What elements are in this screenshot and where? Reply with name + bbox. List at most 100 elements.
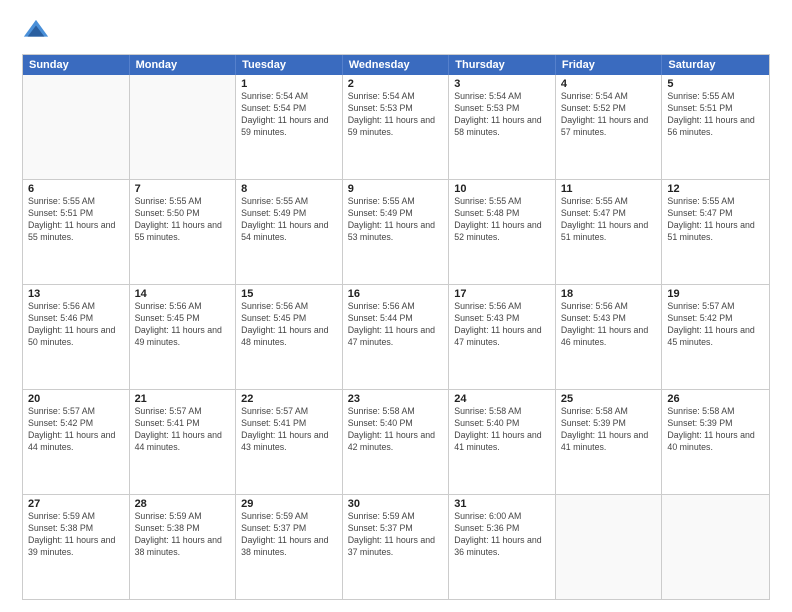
- day-number: 25: [561, 393, 657, 405]
- calendar-day-19: 19Sunrise: 5:57 AM Sunset: 5:42 PM Dayli…: [662, 285, 769, 389]
- day-detail: Sunrise: 5:59 AM Sunset: 5:37 PM Dayligh…: [348, 511, 444, 559]
- calendar-header: SundayMondayTuesdayWednesdayThursdayFrid…: [23, 55, 769, 75]
- calendar-empty: [23, 75, 130, 179]
- calendar-empty: [130, 75, 237, 179]
- calendar-day-16: 16Sunrise: 5:56 AM Sunset: 5:44 PM Dayli…: [343, 285, 450, 389]
- calendar-day-5: 5Sunrise: 5:55 AM Sunset: 5:51 PM Daylig…: [662, 75, 769, 179]
- calendar-day-8: 8Sunrise: 5:55 AM Sunset: 5:49 PM Daylig…: [236, 180, 343, 284]
- day-number: 7: [135, 183, 231, 195]
- day-detail: Sunrise: 5:55 AM Sunset: 5:47 PM Dayligh…: [667, 196, 764, 244]
- day-number: 22: [241, 393, 337, 405]
- day-detail: Sunrise: 5:57 AM Sunset: 5:42 PM Dayligh…: [28, 406, 124, 454]
- page: SundayMondayTuesdayWednesdayThursdayFrid…: [0, 0, 792, 612]
- header-day-friday: Friday: [556, 55, 663, 75]
- day-number: 26: [667, 393, 764, 405]
- day-number: 9: [348, 183, 444, 195]
- calendar-day-6: 6Sunrise: 5:55 AM Sunset: 5:51 PM Daylig…: [23, 180, 130, 284]
- day-number: 1: [241, 78, 337, 90]
- calendar-body: 1Sunrise: 5:54 AM Sunset: 5:54 PM Daylig…: [23, 75, 769, 599]
- day-detail: Sunrise: 5:55 AM Sunset: 5:51 PM Dayligh…: [28, 196, 124, 244]
- day-detail: Sunrise: 5:55 AM Sunset: 5:50 PM Dayligh…: [135, 196, 231, 244]
- day-detail: Sunrise: 5:56 AM Sunset: 5:45 PM Dayligh…: [135, 301, 231, 349]
- calendar-week-2: 6Sunrise: 5:55 AM Sunset: 5:51 PM Daylig…: [23, 179, 769, 284]
- calendar-day-3: 3Sunrise: 5:54 AM Sunset: 5:53 PM Daylig…: [449, 75, 556, 179]
- calendar-day-18: 18Sunrise: 5:56 AM Sunset: 5:43 PM Dayli…: [556, 285, 663, 389]
- day-number: 21: [135, 393, 231, 405]
- day-number: 29: [241, 498, 337, 510]
- day-detail: Sunrise: 6:00 AM Sunset: 5:36 PM Dayligh…: [454, 511, 550, 559]
- day-number: 3: [454, 78, 550, 90]
- day-detail: Sunrise: 5:55 AM Sunset: 5:48 PM Dayligh…: [454, 196, 550, 244]
- day-detail: Sunrise: 5:56 AM Sunset: 5:46 PM Dayligh…: [28, 301, 124, 349]
- day-number: 5: [667, 78, 764, 90]
- calendar-day-14: 14Sunrise: 5:56 AM Sunset: 5:45 PM Dayli…: [130, 285, 237, 389]
- calendar-day-30: 30Sunrise: 5:59 AM Sunset: 5:37 PM Dayli…: [343, 495, 450, 599]
- calendar-day-21: 21Sunrise: 5:57 AM Sunset: 5:41 PM Dayli…: [130, 390, 237, 494]
- day-number: 4: [561, 78, 657, 90]
- day-number: 31: [454, 498, 550, 510]
- day-detail: Sunrise: 5:54 AM Sunset: 5:53 PM Dayligh…: [454, 91, 550, 139]
- calendar-week-3: 13Sunrise: 5:56 AM Sunset: 5:46 PM Dayli…: [23, 284, 769, 389]
- calendar-day-29: 29Sunrise: 5:59 AM Sunset: 5:37 PM Dayli…: [236, 495, 343, 599]
- logo-icon: [22, 18, 50, 46]
- calendar-week-5: 27Sunrise: 5:59 AM Sunset: 5:38 PM Dayli…: [23, 494, 769, 599]
- day-number: 18: [561, 288, 657, 300]
- calendar-empty: [556, 495, 663, 599]
- day-detail: Sunrise: 5:58 AM Sunset: 5:39 PM Dayligh…: [561, 406, 657, 454]
- calendar-day-25: 25Sunrise: 5:58 AM Sunset: 5:39 PM Dayli…: [556, 390, 663, 494]
- calendar-day-24: 24Sunrise: 5:58 AM Sunset: 5:40 PM Dayli…: [449, 390, 556, 494]
- day-detail: Sunrise: 5:58 AM Sunset: 5:40 PM Dayligh…: [348, 406, 444, 454]
- calendar-day-2: 2Sunrise: 5:54 AM Sunset: 5:53 PM Daylig…: [343, 75, 450, 179]
- day-detail: Sunrise: 5:58 AM Sunset: 5:40 PM Dayligh…: [454, 406, 550, 454]
- day-number: 24: [454, 393, 550, 405]
- calendar-day-10: 10Sunrise: 5:55 AM Sunset: 5:48 PM Dayli…: [449, 180, 556, 284]
- day-number: 16: [348, 288, 444, 300]
- calendar-day-31: 31Sunrise: 6:00 AM Sunset: 5:36 PM Dayli…: [449, 495, 556, 599]
- day-number: 6: [28, 183, 124, 195]
- header-day-monday: Monday: [130, 55, 237, 75]
- calendar-day-26: 26Sunrise: 5:58 AM Sunset: 5:39 PM Dayli…: [662, 390, 769, 494]
- day-detail: Sunrise: 5:59 AM Sunset: 5:37 PM Dayligh…: [241, 511, 337, 559]
- day-detail: Sunrise: 5:57 AM Sunset: 5:41 PM Dayligh…: [241, 406, 337, 454]
- day-number: 15: [241, 288, 337, 300]
- day-number: 23: [348, 393, 444, 405]
- calendar-day-17: 17Sunrise: 5:56 AM Sunset: 5:43 PM Dayli…: [449, 285, 556, 389]
- day-number: 8: [241, 183, 337, 195]
- calendar-day-15: 15Sunrise: 5:56 AM Sunset: 5:45 PM Dayli…: [236, 285, 343, 389]
- day-number: 20: [28, 393, 124, 405]
- day-detail: Sunrise: 5:57 AM Sunset: 5:41 PM Dayligh…: [135, 406, 231, 454]
- day-detail: Sunrise: 5:59 AM Sunset: 5:38 PM Dayligh…: [28, 511, 124, 559]
- calendar-week-1: 1Sunrise: 5:54 AM Sunset: 5:54 PM Daylig…: [23, 75, 769, 179]
- calendar-day-7: 7Sunrise: 5:55 AM Sunset: 5:50 PM Daylig…: [130, 180, 237, 284]
- day-detail: Sunrise: 5:54 AM Sunset: 5:54 PM Dayligh…: [241, 91, 337, 139]
- header-day-tuesday: Tuesday: [236, 55, 343, 75]
- calendar-day-22: 22Sunrise: 5:57 AM Sunset: 5:41 PM Dayli…: [236, 390, 343, 494]
- calendar-day-27: 27Sunrise: 5:59 AM Sunset: 5:38 PM Dayli…: [23, 495, 130, 599]
- header-day-sunday: Sunday: [23, 55, 130, 75]
- day-number: 14: [135, 288, 231, 300]
- header-day-saturday: Saturday: [662, 55, 769, 75]
- day-number: 12: [667, 183, 764, 195]
- day-detail: Sunrise: 5:55 AM Sunset: 5:49 PM Dayligh…: [241, 196, 337, 244]
- header-day-wednesday: Wednesday: [343, 55, 450, 75]
- day-detail: Sunrise: 5:54 AM Sunset: 5:52 PM Dayligh…: [561, 91, 657, 139]
- day-detail: Sunrise: 5:59 AM Sunset: 5:38 PM Dayligh…: [135, 511, 231, 559]
- day-detail: Sunrise: 5:58 AM Sunset: 5:39 PM Dayligh…: [667, 406, 764, 454]
- calendar-day-23: 23Sunrise: 5:58 AM Sunset: 5:40 PM Dayli…: [343, 390, 450, 494]
- calendar-empty: [662, 495, 769, 599]
- calendar-day-9: 9Sunrise: 5:55 AM Sunset: 5:49 PM Daylig…: [343, 180, 450, 284]
- day-detail: Sunrise: 5:56 AM Sunset: 5:45 PM Dayligh…: [241, 301, 337, 349]
- day-number: 30: [348, 498, 444, 510]
- day-detail: Sunrise: 5:54 AM Sunset: 5:53 PM Dayligh…: [348, 91, 444, 139]
- calendar-day-20: 20Sunrise: 5:57 AM Sunset: 5:42 PM Dayli…: [23, 390, 130, 494]
- calendar-week-4: 20Sunrise: 5:57 AM Sunset: 5:42 PM Dayli…: [23, 389, 769, 494]
- day-number: 27: [28, 498, 124, 510]
- header: [22, 18, 770, 46]
- day-number: 11: [561, 183, 657, 195]
- day-number: 10: [454, 183, 550, 195]
- day-number: 17: [454, 288, 550, 300]
- day-number: 2: [348, 78, 444, 90]
- calendar-day-12: 12Sunrise: 5:55 AM Sunset: 5:47 PM Dayli…: [662, 180, 769, 284]
- day-detail: Sunrise: 5:57 AM Sunset: 5:42 PM Dayligh…: [667, 301, 764, 349]
- calendar-day-1: 1Sunrise: 5:54 AM Sunset: 5:54 PM Daylig…: [236, 75, 343, 179]
